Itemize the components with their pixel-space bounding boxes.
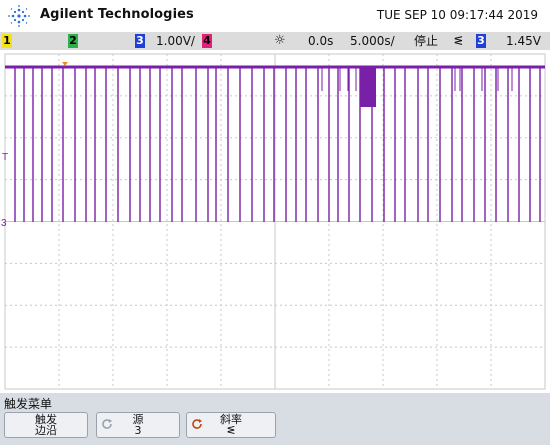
trigger-level: 1.45V bbox=[506, 34, 541, 48]
status-bar: 1 2 3 1.00V/ 4 ☼ 0.0s 5.000s/ 停止 ᓬ 3 1.4… bbox=[0, 32, 550, 50]
trigger-source-indicator: 3 bbox=[476, 34, 486, 48]
waveform-graticule: T 3 bbox=[1, 53, 546, 390]
agilent-logo-icon bbox=[8, 5, 30, 27]
time-reference-marker bbox=[62, 62, 68, 66]
softkey-menu: 触发菜单 触发 边沿 源 3 斜率 ᓬ bbox=[0, 393, 550, 445]
brand-name: Agilent Technologies bbox=[40, 7, 194, 22]
trigger-mode-softkey[interactable]: 触发 边沿 bbox=[4, 412, 88, 438]
time-scale: 5.000s/ bbox=[350, 34, 395, 48]
intensity-icon: ☼ bbox=[274, 33, 286, 48]
channel-3-ground-marker: 3 bbox=[1, 218, 7, 229]
trace-burst bbox=[360, 67, 376, 107]
svg-text:3: 3 bbox=[1, 218, 7, 229]
run-state: 停止 bbox=[414, 34, 439, 48]
softkey-value: 边沿 bbox=[35, 424, 57, 437]
channel-3-scale: 1.00V/ bbox=[156, 34, 195, 48]
date-time: TUE SEP 10 09:17:44 2019 bbox=[376, 8, 538, 22]
channel-2-indicator[interactable]: 2 bbox=[68, 34, 78, 48]
menu-title: 触发菜单 bbox=[4, 397, 53, 411]
channel-3-indicator[interactable]: 3 bbox=[135, 34, 145, 48]
trigger-source-softkey[interactable]: 源 3 bbox=[96, 412, 180, 438]
time-offset: 0.0s bbox=[308, 34, 334, 48]
rising-edge-icon: ᓬ bbox=[454, 34, 463, 48]
waveform-display[interactable]: T 3 bbox=[0, 52, 550, 392]
softkey-value: 3 bbox=[134, 424, 142, 437]
header: Agilent Technologies TUE SEP 10 09:17:44… bbox=[0, 0, 550, 32]
svg-text:T: T bbox=[2, 152, 8, 163]
softkey-value: ᓬ bbox=[226, 424, 236, 437]
channel-1-indicator[interactable]: 1 bbox=[2, 34, 12, 48]
trigger-slope-softkey[interactable]: 斜率 ᓬ bbox=[186, 412, 276, 438]
channel-4-indicator[interactable]: 4 bbox=[202, 34, 212, 48]
trigger-level-marker: T bbox=[2, 152, 8, 163]
